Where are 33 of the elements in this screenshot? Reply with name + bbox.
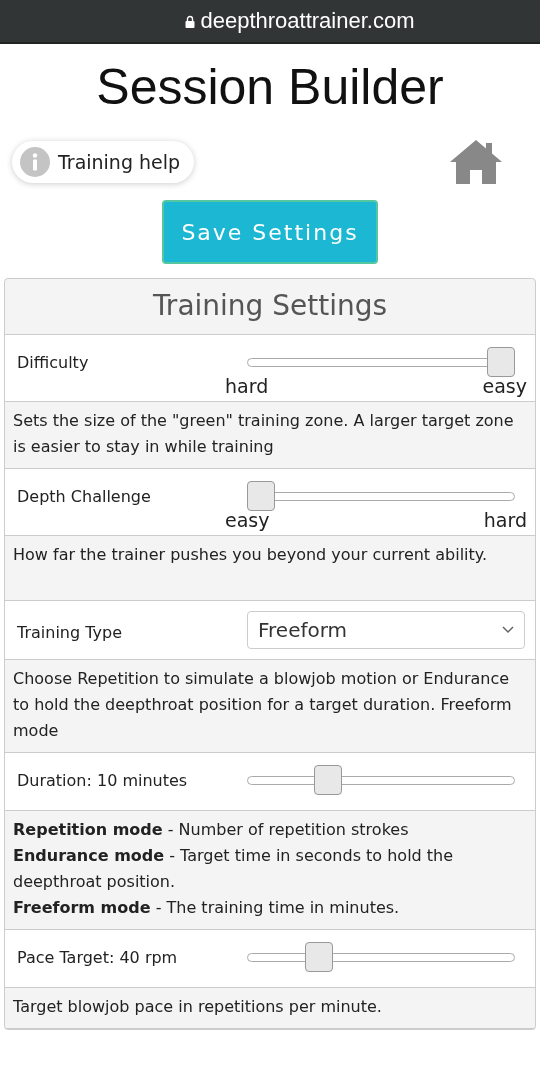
setting-description: Repetition mode - Number of repetition strokes	[13, 819, 410, 841]
slider-thumb[interactable]	[247, 481, 275, 511]
slider-min-label: hard	[225, 375, 269, 397]
slider-thumb[interactable]	[314, 765, 343, 795]
lock-icon	[185, 14, 196, 28]
slider-thumb[interactable]	[304, 942, 333, 972]
setting-label: Depth Challenge	[17, 486, 152, 506]
url-text: deepthroattrainer.com	[200, 8, 415, 34]
chevron-icon	[502, 626, 514, 634]
info-icon	[20, 147, 50, 177]
slider[interactable]	[247, 942, 515, 972]
address-bar[interactable]: deepthroattrainer.com	[0, 0, 540, 44]
slider-thumb[interactable]	[487, 347, 515, 377]
slider-min-label: easy	[225, 509, 270, 531]
slider[interactable]	[247, 481, 515, 511]
slider[interactable]	[247, 347, 515, 377]
setting-description: Choose Repetition to simulate a blowjob motion or Endurance to hold the deepthroat position for a target duration. Freeform mode	[13, 668, 513, 742]
setting-label: Pace Target: 40 rpm	[17, 947, 179, 967]
setting-label: Training Type	[17, 621, 123, 642]
home-icon[interactable]	[448, 138, 504, 186]
setting-description: Endurance mode - Target time in seconds to hold the deepthroat position.	[13, 845, 455, 893]
slider[interactable]	[247, 765, 515, 795]
setting-description: Sets the size of the "green" training zone. A larger target zone is easier to stay in while training	[13, 410, 515, 458]
slider-max-label: hard	[483, 509, 527, 531]
setting-description: How far the trainer pushes you beyond your current ability.	[13, 544, 489, 566]
setting-description: Freeform mode - The training time in minutes.	[13, 897, 401, 919]
setting-description: Target blowjob pace in repetitions per minute.	[13, 996, 383, 1018]
training-type-dropdown[interactable]: Freeform	[247, 611, 525, 649]
page-title: Session Builder	[95, 58, 445, 116]
setting-label: Duration: 10 minutes	[17, 770, 189, 790]
setting-label: Difficulty	[17, 352, 90, 372]
slider-max-label: easy	[482, 375, 527, 397]
training-help-button[interactable]: Training help	[12, 141, 195, 183]
